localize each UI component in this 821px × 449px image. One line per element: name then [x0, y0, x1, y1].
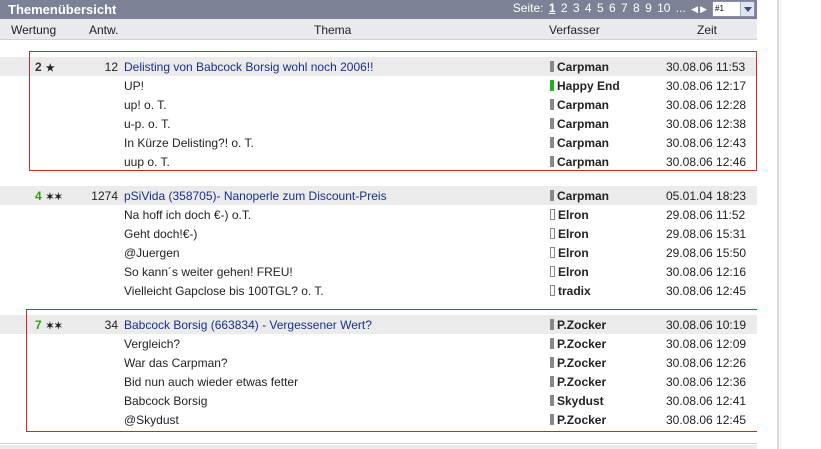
answer-count: 1274	[91, 189, 118, 203]
divider	[0, 443, 757, 444]
post-time: 30.08.06 12:45	[666, 284, 747, 298]
prev-arrow-icon[interactable]: ◀	[691, 4, 698, 14]
user-status-icon	[550, 228, 555, 239]
pager-label: Seite:	[512, 1, 544, 15]
highlight-box	[29, 51, 757, 171]
user-status-icon	[550, 285, 555, 296]
highlight-box	[26, 309, 757, 432]
thread-row[interactable]	[0, 445, 757, 449]
thread-row[interactable]: 4 ✶✶ 1274 pSiVida (358705)- Nanoperle zum D…	[0, 186, 757, 205]
reply-title-link[interactable]: @Juergen	[124, 246, 180, 260]
col-time: Zeit	[697, 23, 718, 37]
divider	[777, 0, 779, 449]
user-status-icon	[550, 209, 555, 220]
author-name: Elron	[558, 208, 589, 222]
thread-title-link[interactable]: pSiVida (358705)- Nanoperle zum Discount…	[124, 189, 387, 203]
page-title: Themenübersicht	[8, 2, 117, 17]
user-status-icon	[550, 247, 555, 258]
reply-row[interactable]: @Juergen Elron 29.08.06 15:50	[0, 243, 757, 262]
col-topic: Thema	[314, 23, 352, 37]
post-time: 29.08.06 15:31	[666, 227, 747, 241]
user-status-icon	[550, 190, 554, 201]
author-name: tradix	[558, 284, 591, 298]
page-link-6[interactable]: 6	[609, 1, 616, 15]
post-time: 30.08.06 12:16	[666, 265, 747, 279]
page-link-9[interactable]: 9	[645, 1, 652, 15]
post-time: 29.08.06 11:52	[666, 208, 746, 222]
author-link[interactable]: Elron	[550, 227, 589, 241]
post-time: 29.08.06 15:50	[666, 246, 747, 260]
page-link-3[interactable]: 3	[573, 1, 580, 15]
author-name: Carpman	[557, 189, 610, 203]
col-author: Verfasser	[549, 23, 600, 37]
page-select[interactable]: #1	[712, 1, 755, 17]
page-link-2[interactable]: 2	[561, 1, 568, 15]
pager-ellipsis: ...	[675, 1, 686, 15]
title-bar: Themenübersicht Seite: 1 2 3 4 5 6 7 8 9…	[0, 0, 757, 19]
pagination: Seite: 1 2 3 4 5 6 7 8 9 10 ... ◀ ▶	[511, 1, 707, 15]
reply-title-link[interactable]: Geht doch!€-)	[124, 227, 197, 241]
author-link[interactable]: Carpman	[550, 189, 609, 203]
reply-title-link[interactable]: So kann´s weiter gehen! FREU!	[124, 265, 293, 279]
author-link[interactable]: Elron	[550, 208, 589, 222]
rating: 4 ✶✶	[35, 189, 62, 203]
page-link-8[interactable]: 8	[633, 1, 640, 15]
reply-row[interactable]: So kann´s weiter gehen! FREU! Elron 30.08.…	[0, 262, 757, 281]
page-link-10[interactable]: 10	[657, 1, 670, 15]
rating-value: 4	[35, 189, 42, 203]
author-name: Elron	[558, 227, 589, 241]
author-link[interactable]: Elron	[550, 265, 589, 279]
column-header: Wertung Antw. Thema Verfasser Zeit	[0, 19, 757, 40]
reply-row[interactable]: Geht doch!€-) Elron 29.08.06 15:31	[0, 224, 757, 243]
col-answers: Antw.	[89, 23, 119, 37]
page-link-5[interactable]: 5	[597, 1, 604, 15]
post-time: 05.01.04 18:23	[666, 189, 747, 203]
page-select-value: #1	[715, 4, 724, 13]
author-name: Elron	[558, 246, 589, 260]
thread-overview: Themenübersicht Seite: 1 2 3 4 5 6 7 8 9…	[0, 0, 757, 449]
page-link-1[interactable]: 1	[549, 1, 556, 15]
right-margin	[757, 0, 821, 449]
reply-title-link[interactable]: Vielleicht Gapclose bis 100TGL? o. T.	[124, 284, 324, 298]
author-name: Elron	[558, 265, 589, 279]
chevron-down-icon[interactable]	[740, 2, 754, 16]
divider	[780, 0, 781, 449]
author-link[interactable]: tradix	[550, 284, 591, 298]
user-status-icon	[550, 266, 555, 277]
page-link-4[interactable]: 4	[585, 1, 592, 15]
author-link[interactable]: Elron	[550, 246, 589, 260]
col-rating: Wertung	[11, 23, 57, 37]
page-link-7[interactable]: 7	[621, 1, 628, 15]
star-icon: ✶✶	[45, 192, 63, 203]
next-arrow-icon[interactable]: ▶	[700, 4, 707, 14]
reply-title-link[interactable]: Na hoff ich doch €-) o.T.	[124, 208, 251, 222]
reply-row[interactable]: Vielleicht Gapclose bis 100TGL? o. T. tra…	[0, 281, 757, 300]
reply-row[interactable]: Na hoff ich doch €-) o.T. Elron 29.08.06 1…	[0, 205, 757, 224]
